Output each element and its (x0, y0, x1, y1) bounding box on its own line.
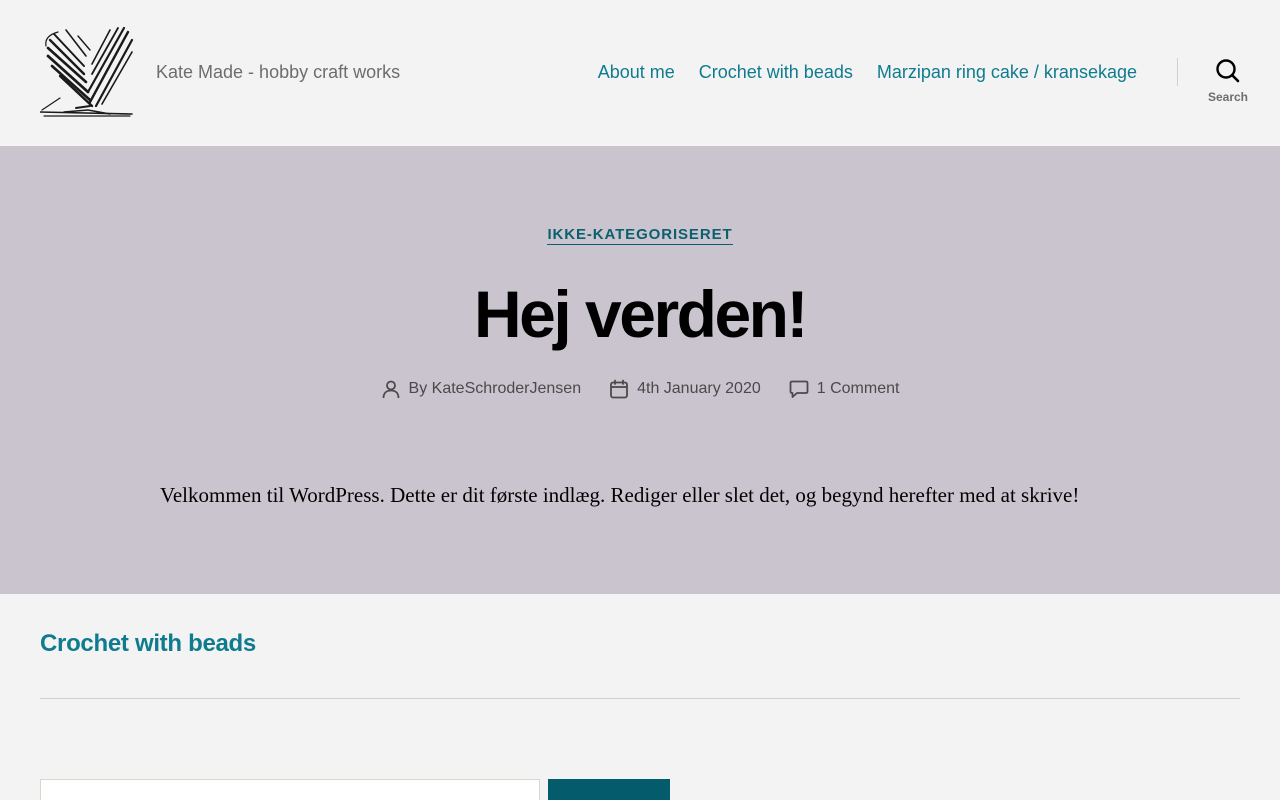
search-toggle-label: Search (1207, 90, 1249, 104)
search-submit-button[interactable] (548, 779, 670, 800)
widget-title: Crochet with beads (40, 630, 256, 658)
comments-link[interactable]: 1 Comment (817, 380, 900, 398)
search-icon (1216, 59, 1240, 83)
site-header: Kate Made - hobby craft works About me C… (0, 0, 1280, 146)
calendar-icon (610, 379, 628, 399)
author-link[interactable]: KateSchroderJensen (432, 380, 581, 397)
widget-title-link[interactable]: Crochet with beads (40, 630, 256, 657)
nav-item-crochet-with-beads[interactable]: Crochet with beads (699, 62, 853, 83)
post-date: 4th January 2020 (609, 379, 761, 399)
post-meta: By KateSchroderJensen 4th January 2020 1… (0, 379, 1280, 399)
primary-nav: About me Crochet with beads Marzipan rin… (598, 62, 1137, 83)
search-toggle-button[interactable]: Search (1196, 58, 1260, 110)
post-header: IKKE-KATEGORISERET Hej verden! By KateSc… (0, 146, 1280, 594)
comment-icon (789, 380, 809, 398)
post-comments: 1 Comment (789, 379, 900, 399)
nav-divider (1177, 58, 1178, 86)
site-tagline: Kate Made - hobby craft works (156, 62, 401, 82)
user-icon (382, 380, 399, 399)
post-content: Velkommen til WordPress. Dette er dit fø… (160, 483, 1080, 507)
date-link[interactable]: 4th January 2020 (637, 380, 761, 398)
author-prefix: By (408, 380, 428, 397)
post-category: IKKE-KATEGORISERET (0, 226, 1280, 245)
post-title: Hej verden! (474, 277, 808, 351)
post-author: By KateSchroderJensen (381, 379, 581, 399)
search-input[interactable] (40, 779, 540, 800)
nav-item-about-me[interactable]: About me (598, 62, 675, 83)
hand-drawn-heart-logo-icon (39, 26, 134, 117)
category-link[interactable]: IKKE-KATEGORISERET (547, 226, 733, 245)
widget-divider (40, 698, 1240, 699)
site-logo-link[interactable] (39, 26, 134, 118)
nav-item-marzipan-ring-cake[interactable]: Marzipan ring cake / kransekage (877, 62, 1137, 83)
